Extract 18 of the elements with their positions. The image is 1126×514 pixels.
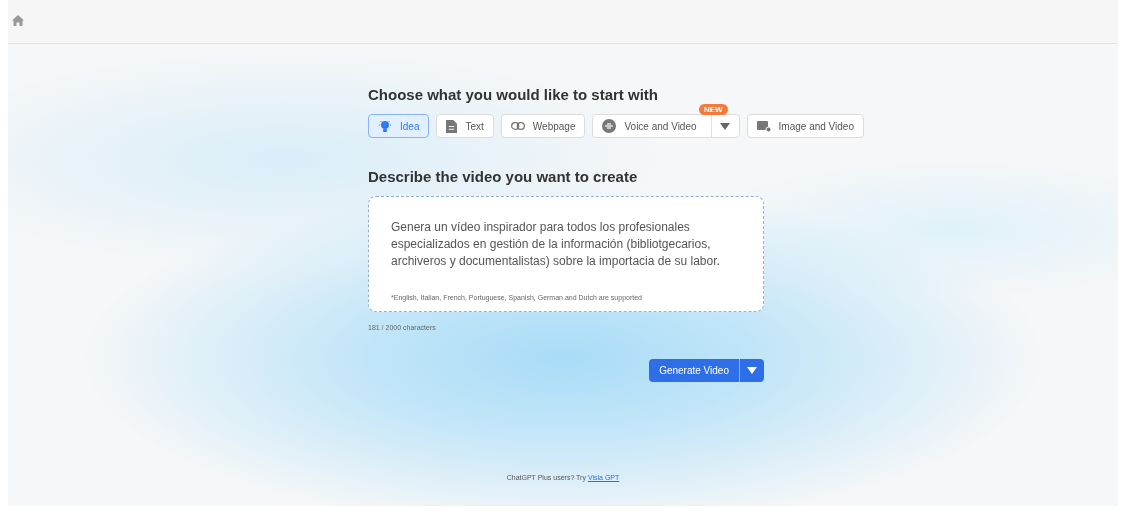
caret-icon [747, 367, 757, 374]
source-tab[interactable]: Webpage [500, 114, 586, 138]
lightbulb-icon [378, 119, 392, 133]
source-tab[interactable]: Image and Video [746, 114, 864, 138]
link-icon [510, 122, 525, 130]
generate-options-button[interactable] [739, 359, 764, 382]
home-icon[interactable] [12, 15, 24, 26]
image-icon [756, 120, 771, 132]
document-icon [446, 119, 458, 133]
source-tab[interactable]: Idea [368, 114, 430, 138]
prompt-field[interactable]: Genera un vídeo inspirador para todos los profesionales especializados en gestión de la información (bibliotgecarios, archiveros y documentalistas) sobre la importacia de su labor. [391, 219, 745, 270]
caret-icon[interactable] [719, 122, 730, 130]
section-heading: Describe the video you want to create [368, 168, 639, 185]
generate-video-button[interactable]: Generate Video [649, 359, 739, 382]
source-tab[interactable]: Text [436, 114, 494, 138]
new-badge: NEW [698, 104, 728, 115]
section-heading: Choose what you would like to start with [368, 86, 660, 103]
source-tab[interactable]: Voice and Video [592, 114, 740, 138]
